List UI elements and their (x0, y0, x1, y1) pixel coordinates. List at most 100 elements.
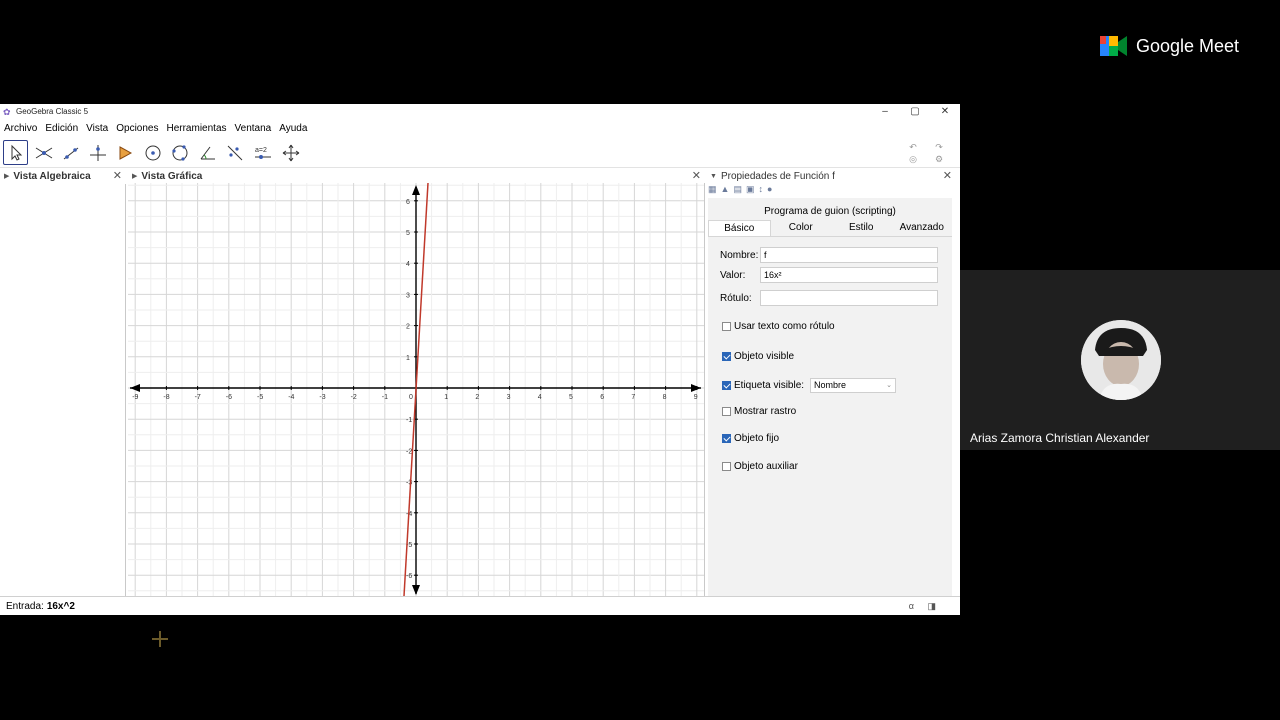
name-label: Nombre: (720, 249, 759, 261)
y-tick-label: -2 (406, 448, 412, 455)
move-arrows-icon (282, 144, 299, 161)
collapse-caret-icon[interactable]: ▶ (4, 172, 9, 180)
x-axis-arrow (691, 384, 701, 392)
line-tool-button[interactable] (58, 140, 83, 165)
show-label-option[interactable]: Etiqueta visible: Nombre ⌄ (722, 378, 897, 393)
menu-edicion[interactable]: Edición (41, 123, 82, 134)
tab-estilo[interactable]: Estilo (831, 220, 892, 236)
input-help-icon[interactable]: ◨ (927, 601, 936, 612)
tab-avanzado[interactable]: Avanzado (892, 220, 953, 236)
y-tick-label: -6 (406, 573, 412, 580)
menu-ayuda[interactable]: Ayuda (275, 123, 311, 134)
y-tick-label: 2 (406, 324, 410, 331)
minimize-button[interactable]: – (870, 104, 900, 119)
meet-brand-name: Google Meet (1136, 35, 1240, 56)
properties-title: Propiedades de Función f (720, 170, 835, 182)
algebra-icon[interactable]: ▤ (733, 184, 742, 194)
tab-color[interactable]: Color (771, 220, 832, 236)
undo-redo-group: ↶ ↷ ◎ ⚙ (900, 141, 952, 165)
move-graphics-tool-button[interactable] (278, 140, 303, 165)
geogebra-app-icon: ✿ (3, 106, 11, 117)
intersect-point-icon (35, 147, 52, 158)
y-tick-label: 3 (406, 292, 410, 299)
layout-icon[interactable]: ↕ (758, 184, 763, 194)
menu-herramientas[interactable]: Herramientas (162, 123, 230, 134)
x-tick-label: 3 (507, 394, 511, 401)
circle-center-tool-button[interactable] (140, 140, 165, 165)
point-tool-button[interactable] (31, 140, 56, 165)
move-tool-button[interactable] (3, 140, 28, 165)
reflect-line-icon (227, 145, 242, 160)
tab-basico[interactable]: Básico (708, 220, 771, 236)
tab-scripting[interactable]: Programa de guion (scripting) (708, 206, 952, 217)
x-tick-label: 9 (694, 394, 698, 401)
use-text-caption-checkbox[interactable] (722, 322, 731, 331)
graphics-icon[interactable]: ▦ (708, 184, 717, 194)
y-tick-label: 5 (406, 230, 410, 237)
line-icon (63, 147, 78, 159)
properties-header: ▼ Propiedades de Función f ✕ (706, 169, 956, 183)
y-axis-arrow (412, 585, 420, 595)
y-tick-label: 4 (406, 261, 410, 268)
title-bar: ✿ GeoGebra Classic 5 – ▢ ✕ (0, 104, 960, 119)
google-meet-logo: Google Meet (1100, 34, 1239, 58)
use-text-caption-option[interactable]: Usar texto como rótulo (722, 321, 835, 332)
properties-tabs: Básico Color Estilo Avanzado (708, 220, 952, 236)
slider-icon: a=2 (254, 147, 271, 159)
close-icon[interactable]: ✕ (943, 169, 952, 183)
auxiliary-checkbox[interactable] (722, 462, 731, 471)
perpendicular-tool-button[interactable] (85, 140, 110, 165)
graph-svg[interactable]: -9 -8 -7 -6 -5 -4 -3 -2 -1 0 1 2 3 4 5 6 7 8 9654321-1-2-3… (128, 183, 705, 596)
algebra-view-panel[interactable] (0, 184, 126, 596)
properties-panel: Programa de guion (scripting) Básico Col… (708, 198, 952, 596)
close-icon[interactable]: ✕ (692, 169, 701, 183)
settings-icon[interactable]: ⚙ (926, 153, 952, 165)
show-label-checkbox[interactable] (722, 381, 731, 390)
label-mode-select[interactable]: Nombre ⌄ (810, 378, 897, 393)
value-label: Valor: (720, 269, 746, 281)
help-icon[interactable]: ◎ (900, 153, 926, 165)
graphics-view-title: Vista Gráfica (141, 170, 203, 182)
close-icon[interactable]: ✕ (113, 169, 122, 183)
graphics-view-canvas[interactable]: -9 -8 -7 -6 -5 -4 -3 -2 -1 0 1 2 3 4 5 6 7 8 9 6 5 4 3 2 1 -1 -2 -3… (128, 183, 705, 596)
svg-text:a=2: a=2 (255, 147, 267, 154)
x-tick-label: 2 (475, 394, 479, 401)
x-tick-label: -8 (163, 394, 169, 401)
x-tick-label: 0 (409, 394, 413, 401)
screen: ✿ GeoGebra Classic 5 – ▢ ✕ Archivo Edici… (0, 0, 1280, 720)
show-trace-label: Mostrar rastro (734, 406, 797, 417)
value-field[interactable]: 16x² (760, 267, 938, 283)
menu-opciones[interactable]: Opciones (112, 123, 162, 134)
advanced-icon[interactable]: ● (767, 184, 772, 194)
reflect-tool-button[interactable] (222, 140, 247, 165)
close-button[interactable]: ✕ (930, 104, 960, 119)
show-trace-option[interactable]: Mostrar rastro (722, 406, 796, 417)
maximize-button[interactable]: ▢ (900, 104, 930, 119)
redo-icon[interactable]: ↷ (926, 141, 952, 153)
show-object-checkbox[interactable] (722, 352, 731, 361)
circle-three-points-tool-button[interactable] (167, 140, 192, 165)
undo-icon[interactable]: ↶ (900, 141, 926, 153)
defaults-icon[interactable]: ▣ (746, 184, 755, 194)
name-field[interactable]: f (760, 247, 938, 263)
collapse-caret-icon[interactable]: ▶ (132, 172, 137, 180)
angle-tool-button[interactable] (195, 140, 220, 165)
graphics-2-icon[interactable]: ▲ (721, 184, 730, 194)
slider-tool-button[interactable]: a=2 (250, 140, 275, 165)
fix-object-option[interactable]: Objeto fijo (722, 433, 779, 444)
caption-field[interactable] (760, 290, 938, 306)
menu-ventana[interactable]: Ventana (231, 123, 276, 134)
caption-row: Rótulo: (720, 290, 938, 306)
input-field[interactable]: 16x^2 (47, 601, 75, 612)
menu-archivo[interactable]: Archivo (0, 123, 41, 134)
participant-avatar (1081, 320, 1161, 400)
polygon-tool-button[interactable] (112, 140, 137, 165)
fix-object-checkbox[interactable] (722, 434, 731, 443)
show-trace-checkbox[interactable] (722, 407, 731, 416)
alpha-symbols-button[interactable]: α (909, 601, 914, 611)
algebra-view-header: ▶ Vista Algebraica ✕ (0, 169, 126, 183)
collapse-caret-icon[interactable]: ▼ (710, 173, 717, 180)
show-object-option[interactable]: Objeto visible (722, 351, 794, 362)
auxiliary-option[interactable]: Objeto auxiliar (722, 461, 798, 472)
menu-vista[interactable]: Vista (82, 123, 112, 134)
